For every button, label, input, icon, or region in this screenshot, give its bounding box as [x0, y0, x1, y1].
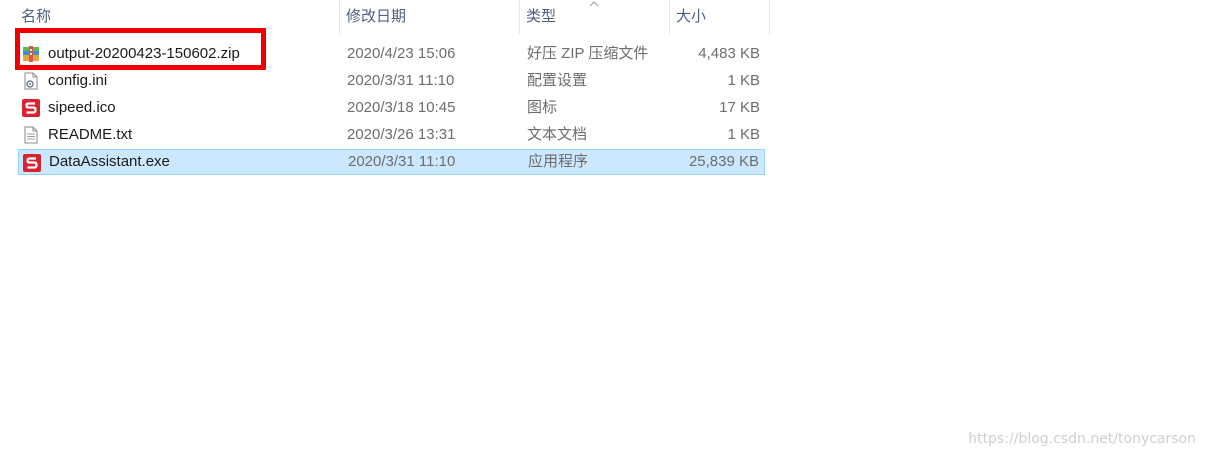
sort-ascending-icon: [589, 1, 599, 7]
file-type: 图标: [527, 99, 558, 116]
file-name: DataAssistant.exe: [49, 153, 170, 170]
sipeed-logo-icon: [23, 154, 41, 172]
file-date-modified: 2020/4/23 15:06: [347, 45, 456, 62]
file-type: 文本文档: [527, 126, 588, 143]
column-header-date-modified[interactable]: 修改日期: [340, 0, 520, 34]
sipeed-logo-icon: [22, 99, 40, 117]
file-date-modified: 2020/3/18 10:45: [347, 99, 456, 116]
file-row-selected[interactable]: DataAssistant.exe 2020/3/31 11:10 应用程序 2…: [18, 149, 765, 175]
file-row[interactable]: config.ini 2020/3/31 11:10 配置设置 1 KB: [18, 68, 765, 94]
text-file-icon: [24, 126, 38, 144]
file-size: 1 KB: [727, 126, 760, 143]
file-size: 17 KB: [719, 99, 760, 116]
config-file-icon: [24, 72, 38, 90]
file-type: 应用程序: [528, 153, 589, 170]
file-type: 好压 ZIP 压缩文件: [527, 45, 649, 62]
file-row[interactable]: sipeed.ico 2020/3/18 10:45 图标 17 KB: [18, 95, 765, 121]
watermark-text: https://blog.csdn.net/tonycarson: [968, 431, 1196, 447]
red-highlight-annotation: [15, 28, 266, 70]
file-name: README.txt: [48, 126, 133, 143]
file-row[interactable]: README.txt 2020/3/26 13:31 文本文档 1 KB: [18, 122, 765, 148]
file-name: sipeed.ico: [48, 99, 116, 116]
file-date-modified: 2020/3/26 13:31: [347, 126, 456, 143]
file-date-modified: 2020/3/31 11:10: [347, 72, 455, 89]
file-type: 配置设置: [527, 72, 588, 89]
file-name: config.ini: [48, 72, 108, 89]
file-size: 1 KB: [727, 72, 760, 89]
file-size: 25,839 KB: [688, 153, 759, 170]
file-date-modified: 2020/3/31 11:10: [348, 153, 456, 170]
file-size: 4,483 KB: [698, 45, 760, 62]
column-header-size[interactable]: 大小: [670, 0, 770, 34]
